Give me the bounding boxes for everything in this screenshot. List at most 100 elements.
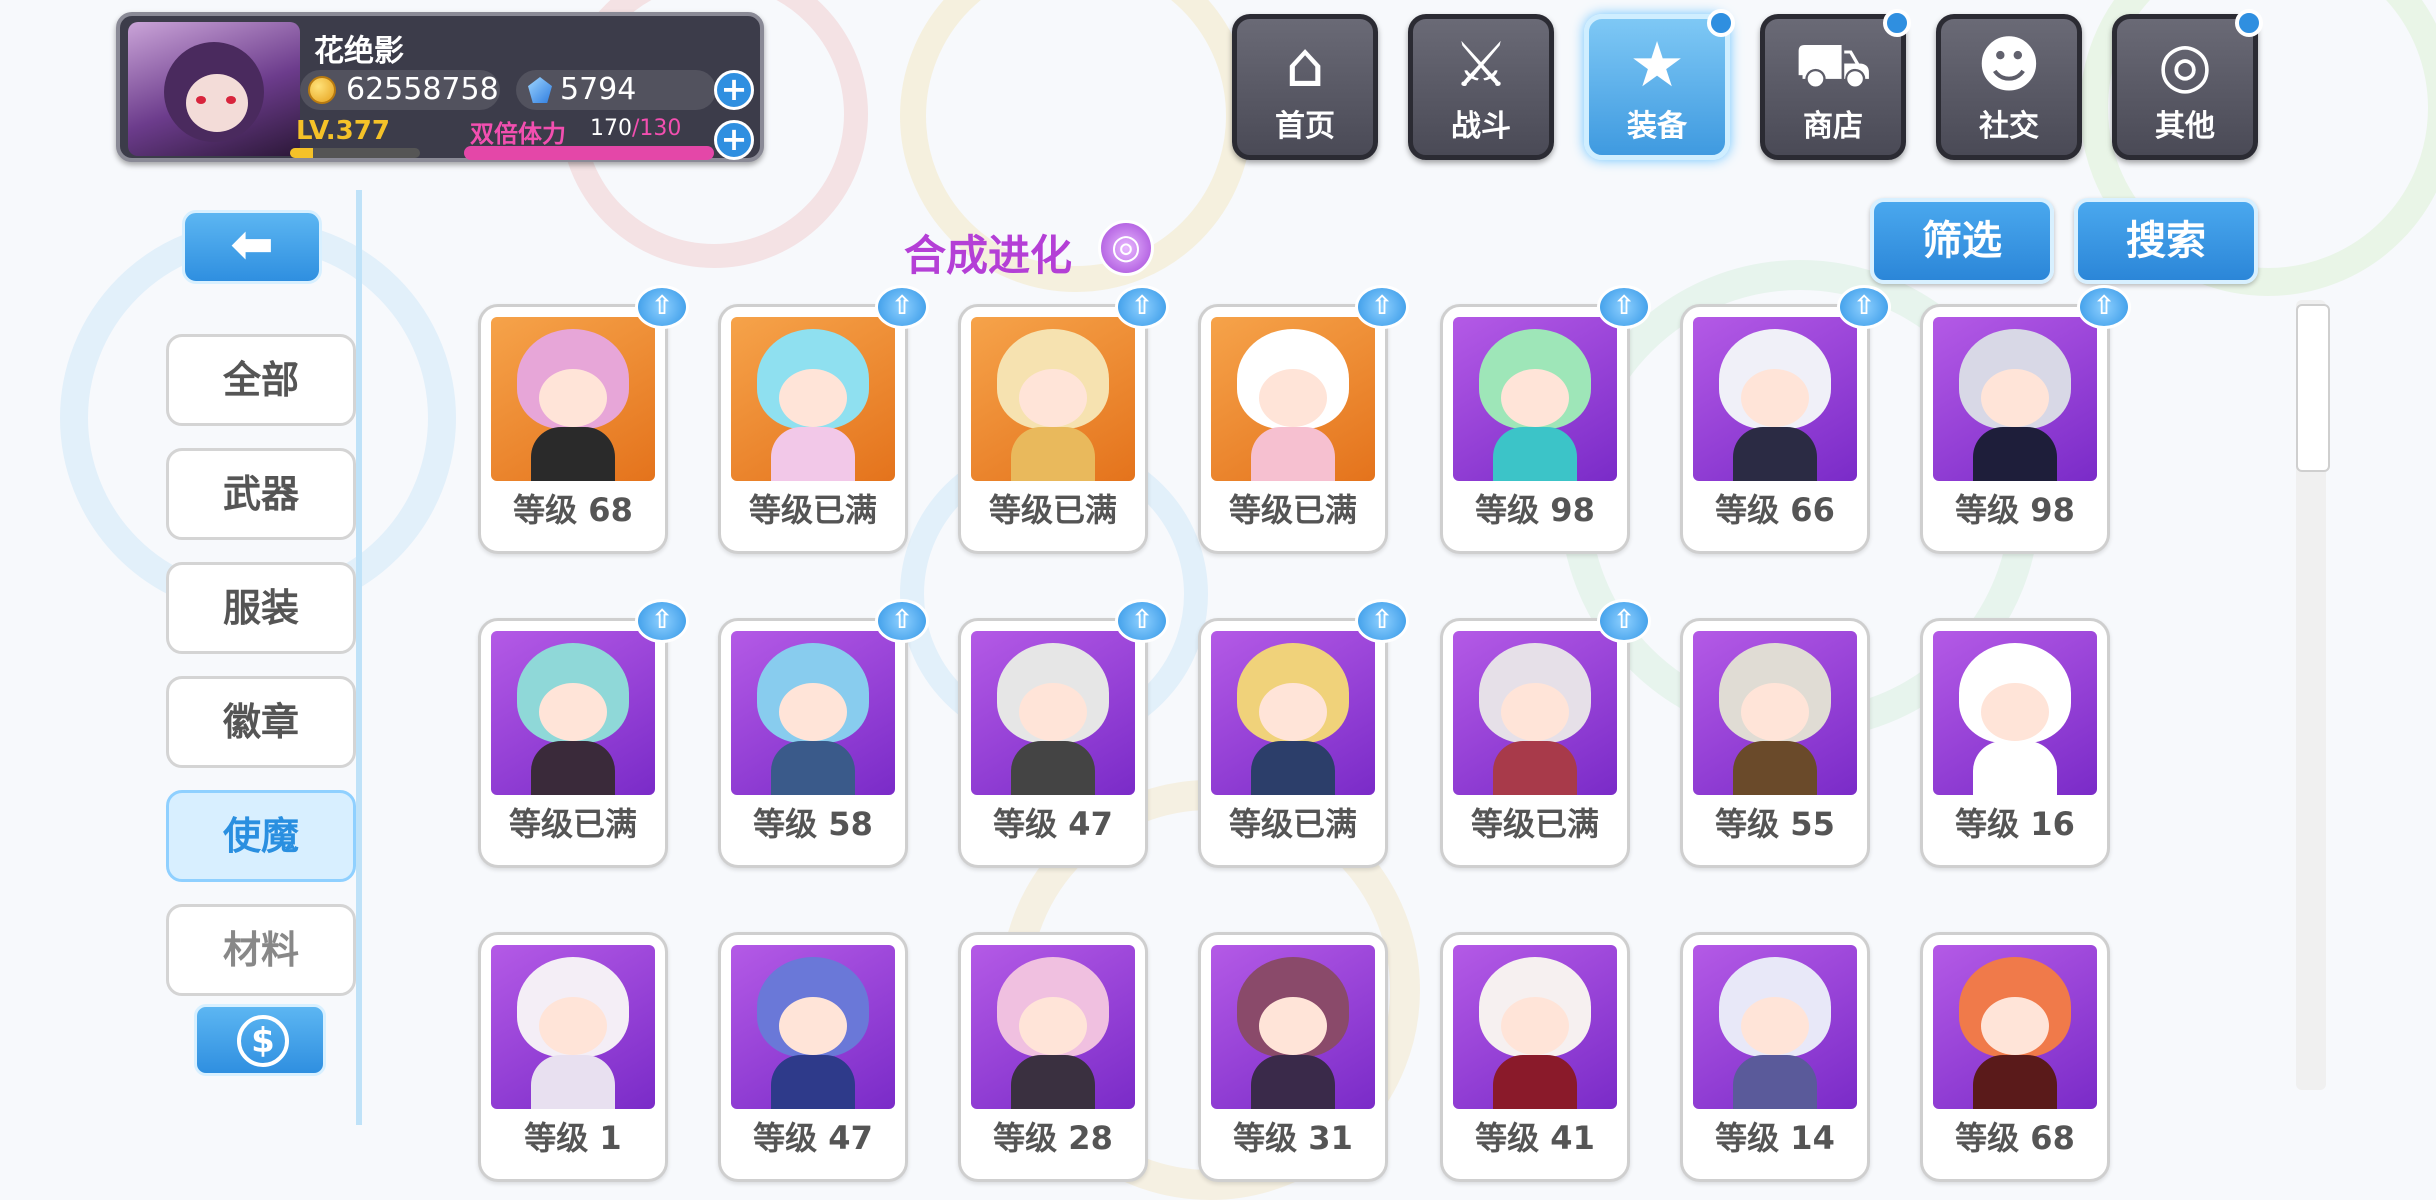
- stamina-value: 170/130: [590, 116, 681, 141]
- sidebar-item-0[interactable]: 全部: [166, 334, 356, 426]
- familiar-portrait: [1693, 631, 1857, 795]
- familiar-card[interactable]: 等级 55: [1680, 618, 1870, 868]
- notification-dot: [1883, 9, 1911, 37]
- nav-button-0[interactable]: ⌂ 首页: [1232, 14, 1378, 160]
- nav-button-2[interactable]: ★ 装备: [1584, 9, 1735, 160]
- add-stamina-button[interactable]: +: [714, 120, 754, 160]
- familiar-face: [1259, 683, 1327, 741]
- familiar-face: [779, 997, 847, 1055]
- familiar-face: [779, 369, 847, 427]
- target-icon: ◎: [2157, 28, 2213, 101]
- star-gun-icon: ★: [1629, 28, 1685, 101]
- familiar-level: 等级 68: [1955, 1119, 2075, 1157]
- level-progress-fill: [290, 148, 314, 158]
- player-name: 花绝影: [314, 34, 404, 69]
- familiar-portrait: [731, 317, 895, 481]
- notification-dot: [2235, 9, 2263, 37]
- familiar-card[interactable]: 等级 58 ⇧: [718, 599, 929, 868]
- evolve-arrow-icon: ⇧: [875, 599, 929, 643]
- nav-button-4[interactable]: ☻ 社交: [1936, 14, 2082, 160]
- familiar-card[interactable]: 等级已满 ⇧: [718, 285, 929, 554]
- familiar-card[interactable]: 等级 1: [478, 932, 668, 1182]
- familiar-outfit: [1011, 741, 1095, 795]
- familiar-face: [1501, 997, 1569, 1055]
- shopping-cart-icon: ⛟: [1794, 28, 1872, 101]
- evolve-arrow-icon: ⇧: [2077, 285, 2131, 329]
- evolve-arrow-icon: ⇧: [1597, 599, 1651, 643]
- familiar-level: 等级 41: [1475, 1119, 1595, 1157]
- familiar-level: 等级 68: [513, 491, 633, 529]
- add-currency-button[interactable]: +: [714, 70, 754, 110]
- sidebar-item-2[interactable]: 服装: [166, 562, 356, 654]
- familiar-outfit: [1011, 427, 1095, 481]
- familiar-level: 等级 28: [993, 1119, 1113, 1157]
- sidebar-item-1[interactable]: 武器: [166, 448, 356, 540]
- familiar-card[interactable]: 等级 16: [1920, 618, 2110, 868]
- familiar-level: 等级 16: [1955, 805, 2075, 843]
- familiar-level: 等级 55: [1715, 805, 1835, 843]
- familiar-portrait: [491, 631, 655, 795]
- player-level: LV.377: [296, 116, 390, 146]
- filter-button[interactable]: 筛选: [1870, 198, 2054, 284]
- familiar-level: 等级已满: [1470, 805, 1599, 843]
- familiar-outfit: [1973, 741, 2057, 795]
- familiar-card[interactable]: 等级 31: [1198, 932, 1388, 1182]
- familiar-portrait: [491, 945, 655, 1109]
- familiar-portrait: [731, 631, 895, 795]
- familiar-level: 等级 98: [1955, 491, 2075, 529]
- search-button[interactable]: 搜索: [2074, 198, 2258, 284]
- familiar-outfit: [1733, 741, 1817, 795]
- nav-button-1[interactable]: ⚔ 战斗: [1408, 14, 1554, 160]
- familiar-card[interactable]: 等级已满 ⇧: [1440, 599, 1651, 868]
- familiar-card[interactable]: 等级已满 ⇧: [1198, 285, 1409, 554]
- familiar-level: 等级 1: [524, 1119, 622, 1157]
- sidebar-item-4[interactable]: 使魔: [166, 790, 356, 882]
- familiar-card[interactable]: 等级 66 ⇧: [1680, 285, 1891, 554]
- familiar-card[interactable]: 等级 47: [718, 932, 908, 1182]
- familiar-card[interactable]: 等级 68: [1920, 932, 2110, 1182]
- evolve-arrow-icon: ⇧: [1837, 285, 1891, 329]
- familiar-card[interactable]: 等级 41: [1440, 932, 1630, 1182]
- familiar-outfit: [1493, 741, 1577, 795]
- familiar-card[interactable]: 等级 47 ⇧: [958, 599, 1169, 868]
- familiar-outfit: [1733, 1055, 1817, 1109]
- familiar-portrait: [1453, 945, 1617, 1109]
- familiar-card[interactable]: 等级 14: [1680, 932, 1870, 1182]
- sidebar-item-3[interactable]: 徽章: [166, 676, 356, 768]
- familiar-outfit: [1011, 1055, 1095, 1109]
- arrow-left-icon: ⬅: [230, 215, 274, 275]
- familiar-card[interactable]: 等级 68 ⇧: [478, 285, 689, 554]
- familiar-card[interactable]: 等级已满 ⇧: [1198, 599, 1409, 868]
- familiar-outfit: [771, 1055, 855, 1109]
- familiar-outfit: [1973, 1055, 2057, 1109]
- level-progress-bar: [290, 148, 420, 158]
- familiar-outfit: [1733, 427, 1817, 481]
- nav-button-5[interactable]: ◎ 其他: [2112, 9, 2263, 160]
- familiar-face: [1981, 683, 2049, 741]
- nav-label: 战斗: [1451, 109, 1511, 144]
- sidebar-divider: [356, 190, 362, 1125]
- nav-label: 其他: [2155, 109, 2215, 144]
- swirl-icon[interactable]: ◎: [1098, 220, 1154, 276]
- familiar-card[interactable]: 等级 28: [958, 932, 1148, 1182]
- familiar-card[interactable]: 等级已满 ⇧: [958, 285, 1169, 554]
- familiar-face: [1741, 683, 1809, 741]
- familiar-card[interactable]: 等级 98 ⇧: [1920, 285, 2131, 554]
- currency-button[interactable]: $: [194, 1004, 326, 1076]
- scrollbar-thumb[interactable]: [2296, 304, 2330, 472]
- familiar-outfit: [771, 741, 855, 795]
- sidebar-item-5[interactable]: 材料: [166, 904, 356, 996]
- familiar-portrait: [971, 631, 1135, 795]
- evolve-arrow-icon: ⇧: [1115, 285, 1169, 329]
- familiar-outfit: [531, 741, 615, 795]
- evolve-arrow-icon: ⇧: [635, 285, 689, 329]
- stamina-current: 170: [590, 116, 632, 141]
- back-button[interactable]: ⬅: [182, 210, 322, 284]
- familiar-card[interactable]: 等级已满 ⇧: [478, 599, 689, 868]
- familiar-card[interactable]: 等级 98 ⇧: [1440, 285, 1651, 554]
- familiar-outfit: [531, 1055, 615, 1109]
- player-avatar[interactable]: [128, 22, 300, 156]
- nav-button-3[interactable]: ⛟ 商店: [1760, 9, 1911, 160]
- familiar-portrait: [1453, 631, 1617, 795]
- familiar-level: 等级 14: [1715, 1119, 1835, 1157]
